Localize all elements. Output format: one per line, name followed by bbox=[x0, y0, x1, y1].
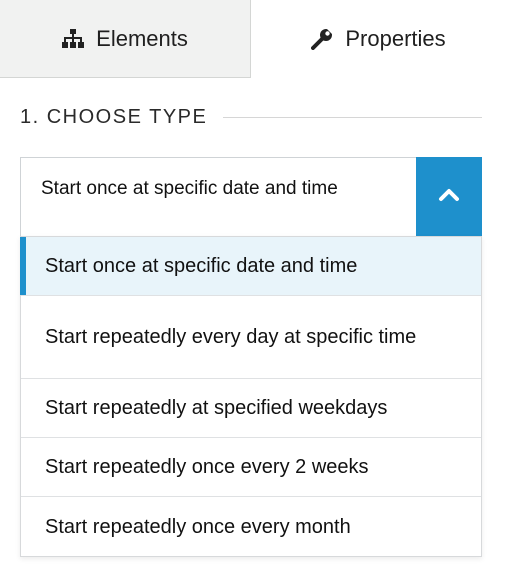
section-heading: 1. CHOOSE TYPE bbox=[20, 104, 482, 130]
sitemap-icon bbox=[62, 28, 85, 49]
option-daily-specific-time[interactable]: Start repeatedly every day at specific t… bbox=[21, 296, 481, 379]
option-every-month[interactable]: Start repeatedly once every month bbox=[21, 497, 481, 556]
option-label: Start once at specific date and time bbox=[45, 255, 358, 277]
option-label: Start repeatedly once every 2 weeks bbox=[45, 456, 369, 478]
wrench-icon bbox=[311, 28, 334, 50]
section-divider bbox=[223, 116, 482, 118]
option-label: Start repeatedly every day at specific t… bbox=[45, 326, 417, 348]
type-options-list: Start once at specific date and time Sta… bbox=[20, 236, 482, 557]
panel-tabs: Elements Properties bbox=[0, 0, 506, 78]
option-every-2-weeks[interactable]: Start repeatedly once every 2 weeks bbox=[21, 438, 481, 497]
section-heading-label: 1. CHOOSE TYPE bbox=[20, 105, 208, 128]
option-label: Start repeatedly at specified weekdays bbox=[45, 397, 388, 419]
type-select[interactable]: Start once at specific date and time bbox=[20, 157, 482, 237]
chevron-up-icon bbox=[438, 188, 460, 207]
option-specified-weekdays[interactable]: Start repeatedly at specified weekdays bbox=[21, 379, 481, 438]
tab-elements-label: Elements bbox=[96, 25, 188, 51]
tab-properties[interactable]: Properties bbox=[251, 0, 506, 78]
type-select-toggle-button[interactable] bbox=[416, 157, 482, 237]
option-label: Start repeatedly once every month bbox=[45, 515, 351, 538]
tab-properties-label: Properties bbox=[345, 26, 446, 51]
option-once-specific-date-time[interactable]: Start once at specific date and time bbox=[20, 237, 481, 296]
tab-elements[interactable]: Elements bbox=[0, 0, 251, 78]
type-select-value: Start once at specific date and time bbox=[41, 178, 338, 199]
